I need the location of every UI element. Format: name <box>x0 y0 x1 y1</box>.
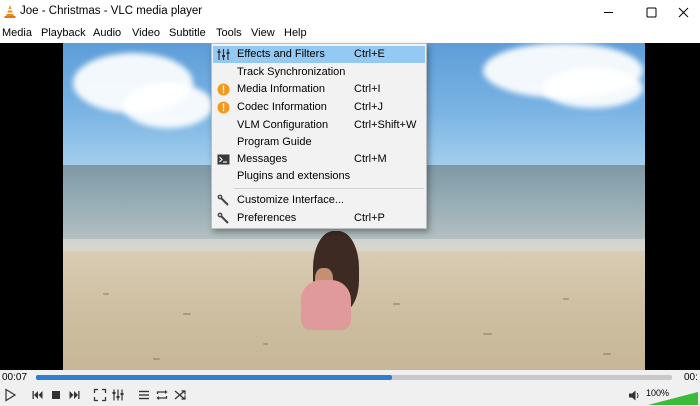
maximize-icon <box>646 7 656 17</box>
menu-tools[interactable]: Tools <box>216 27 242 39</box>
sand-speck <box>603 353 611 355</box>
menu-item-track-synchronization[interactable]: Track Synchronization <box>213 64 425 81</box>
cloud <box>123 83 213 128</box>
menu-item-label: Messages <box>237 153 288 165</box>
menu-item-label: Program Guide <box>237 136 312 148</box>
sand-speck <box>263 343 268 345</box>
previous-button[interactable] <box>30 387 46 403</box>
extended-settings-button[interactable] <box>110 387 126 403</box>
menu-item-label: Preferences <box>237 212 297 224</box>
menu-bar: Media Playback Audio Video Subtitle Tool… <box>0 24 700 43</box>
menu-item-program-guide[interactable]: Program Guide <box>213 134 425 151</box>
menu-item-label: Effects and Filters <box>237 48 325 60</box>
vlc-cone-icon <box>4 5 16 18</box>
menu-video[interactable]: Video <box>132 27 160 39</box>
minimize-icon <box>603 11 613 13</box>
sand-speck <box>483 333 492 335</box>
menu-item-shortcut: Ctrl+Shift+W <box>354 119 417 131</box>
cloud <box>543 68 643 108</box>
sand-speck <box>393 303 400 305</box>
person-body <box>301 280 351 330</box>
menu-item-shortcut: Ctrl+J <box>354 101 384 113</box>
menu-view[interactable]: View <box>251 27 275 39</box>
fullscreen-button[interactable] <box>92 387 108 403</box>
wrench-icon <box>217 212 229 224</box>
equalizer-icon <box>112 389 124 401</box>
sand-speck <box>103 293 109 295</box>
minimize-button[interactable] <box>585 0 631 24</box>
menu-audio[interactable]: Audio <box>93 27 121 39</box>
menu-item-label: Codec Information <box>237 101 327 113</box>
controls-bar: 100% <box>0 384 700 406</box>
terminal-icon <box>217 154 230 165</box>
loop-icon <box>156 390 168 400</box>
playlist-button[interactable] <box>136 387 152 403</box>
menu-item-shortcut: Ctrl+I <box>354 83 381 95</box>
loop-button[interactable] <box>154 387 170 403</box>
wrench-icon <box>217 194 229 206</box>
play-icon <box>5 388 17 402</box>
seek-row: 00:07 00: <box>0 370 700 384</box>
menu-help[interactable]: Help <box>284 27 307 39</box>
info-icon <box>217 101 230 114</box>
menu-item-shortcut: Ctrl+M <box>354 153 387 165</box>
play-button[interactable] <box>2 387 18 403</box>
menu-item-media-information[interactable]: Media Information Ctrl+I <box>213 81 425 98</box>
playlist-icon <box>139 390 149 400</box>
stop-button[interactable] <box>48 387 64 403</box>
menu-item-label: Plugins and extensions <box>237 170 351 182</box>
menu-item-plugins-and-extensions[interactable]: Plugins and extensions <box>213 168 425 185</box>
menu-item-vlm-configuration[interactable]: VLM Configuration Ctrl+Shift+W <box>213 117 425 134</box>
menu-item-shortcut: Ctrl+P <box>354 212 385 224</box>
title-bar: Joe - Christmas - VLC media player <box>0 0 700 24</box>
fullscreen-icon <box>93 388 107 402</box>
menu-item-label: VLM Configuration <box>237 119 329 131</box>
menu-item-label: Customize Interface... <box>237 194 344 206</box>
menu-item-codec-information[interactable]: Codec Information Ctrl+J <box>213 99 425 116</box>
remaining-time: 00: <box>684 372 698 383</box>
close-icon <box>678 7 688 17</box>
menu-item-label: Track Synchronization <box>237 66 346 78</box>
speaker-icon[interactable] <box>628 389 641 402</box>
elapsed-time: 00:07 <box>2 372 28 383</box>
menu-playback[interactable]: Playback <box>41 27 86 39</box>
sand-speck <box>183 313 191 315</box>
equalizer-icon <box>217 49 230 60</box>
seek-bar[interactable] <box>36 375 672 380</box>
menu-separator <box>234 188 424 189</box>
tools-menu: Effects and Filters Ctrl+E Track Synchro… <box>211 43 427 229</box>
next-button[interactable] <box>66 387 82 403</box>
sand-speck <box>153 358 160 360</box>
close-button[interactable] <box>660 0 700 24</box>
stop-icon <box>52 391 60 399</box>
volume-slider[interactable] <box>648 392 698 405</box>
menu-item-effects-and-filters[interactable]: Effects and Filters Ctrl+E <box>213 46 425 63</box>
shuffle-icon <box>174 390 186 400</box>
seek-progress <box>36 375 393 380</box>
info-icon <box>217 83 230 96</box>
menu-item-messages[interactable]: Messages Ctrl+M <box>213 151 425 168</box>
shuffle-button[interactable] <box>172 387 188 403</box>
skip-back-icon <box>32 391 43 399</box>
menu-media[interactable]: Media <box>2 27 32 39</box>
skip-forward-icon <box>69 391 80 399</box>
menu-subtitle[interactable]: Subtitle <box>169 27 206 39</box>
menu-item-customize-interface[interactable]: Customize Interface... <box>213 192 425 209</box>
menu-item-preferences[interactable]: Preferences Ctrl+P <box>213 210 425 227</box>
window-title: Joe - Christmas - VLC media player <box>20 5 203 17</box>
menu-item-shortcut: Ctrl+E <box>354 48 385 60</box>
sand-speck <box>563 298 569 300</box>
menu-item-label: Media Information <box>237 83 326 95</box>
